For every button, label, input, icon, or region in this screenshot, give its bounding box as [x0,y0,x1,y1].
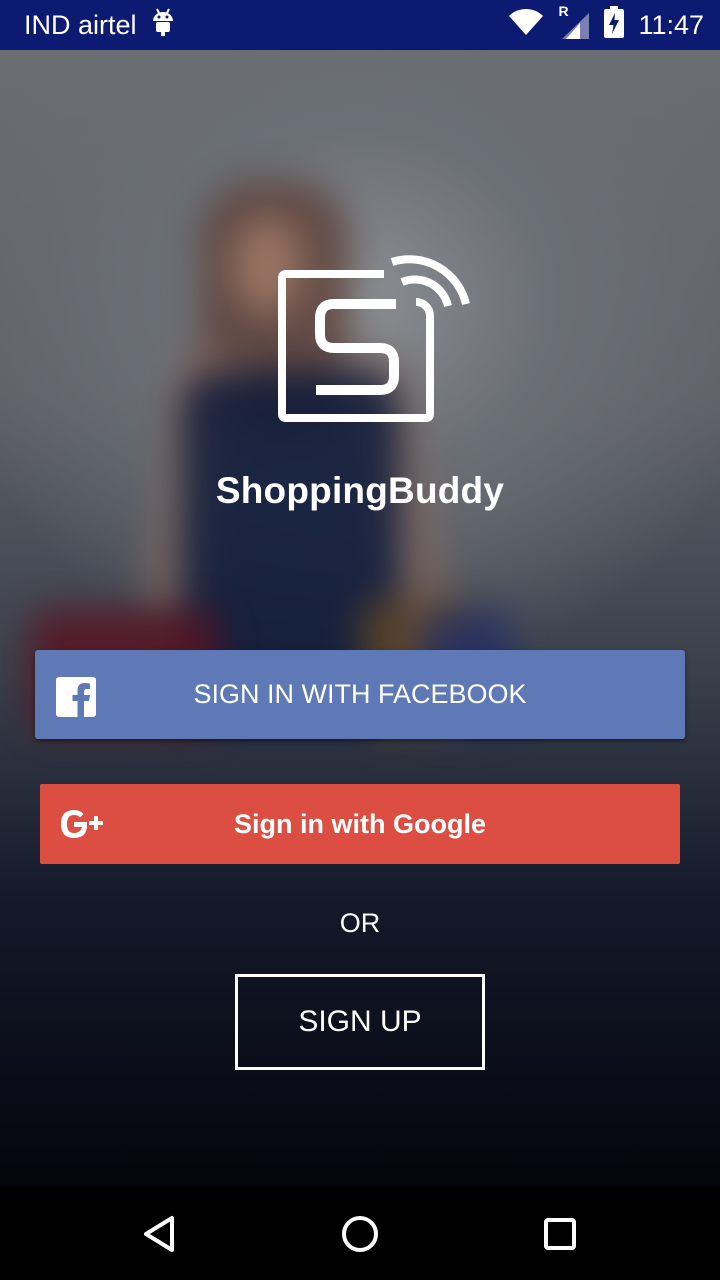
status-left: IND airtel [24,7,508,44]
home-icon[interactable] [332,1206,388,1262]
google-button-label: Sign in with Google [234,808,486,839]
back-icon[interactable] [132,1206,188,1262]
battery-charging-icon [604,5,625,45]
or-divider-label: OR [339,908,381,938]
google-signin-button[interactable]: Sign in with Google [40,784,680,864]
google-plus-icon [57,806,107,842]
clock: 11:47 [638,9,704,40]
signup-button-label: SIGN UP [298,1005,422,1038]
android-icon [151,7,175,44]
facebook-signin-button[interactable]: SIGN IN WITH FACEBOOK [35,650,685,739]
carrier-label: IND airtel [24,9,137,40]
facebook-icon [56,677,96,717]
status-right: R 11:47 [508,3,704,45]
facebook-button-label: SIGN IN WITH FACEBOOK [193,679,527,709]
roaming-indicator: R [558,3,569,19]
wifi-icon [508,8,544,43]
recents-icon[interactable] [532,1206,588,1262]
app-name: ShoppingBuddy [215,470,505,511]
navigation-bar [0,1186,720,1280]
status-bar: IND airtel R 11:47 [0,0,720,50]
signup-button[interactable]: SIGN UP [235,974,485,1070]
signal-icon: R [558,3,590,41]
app-logo-icon [276,232,472,424]
